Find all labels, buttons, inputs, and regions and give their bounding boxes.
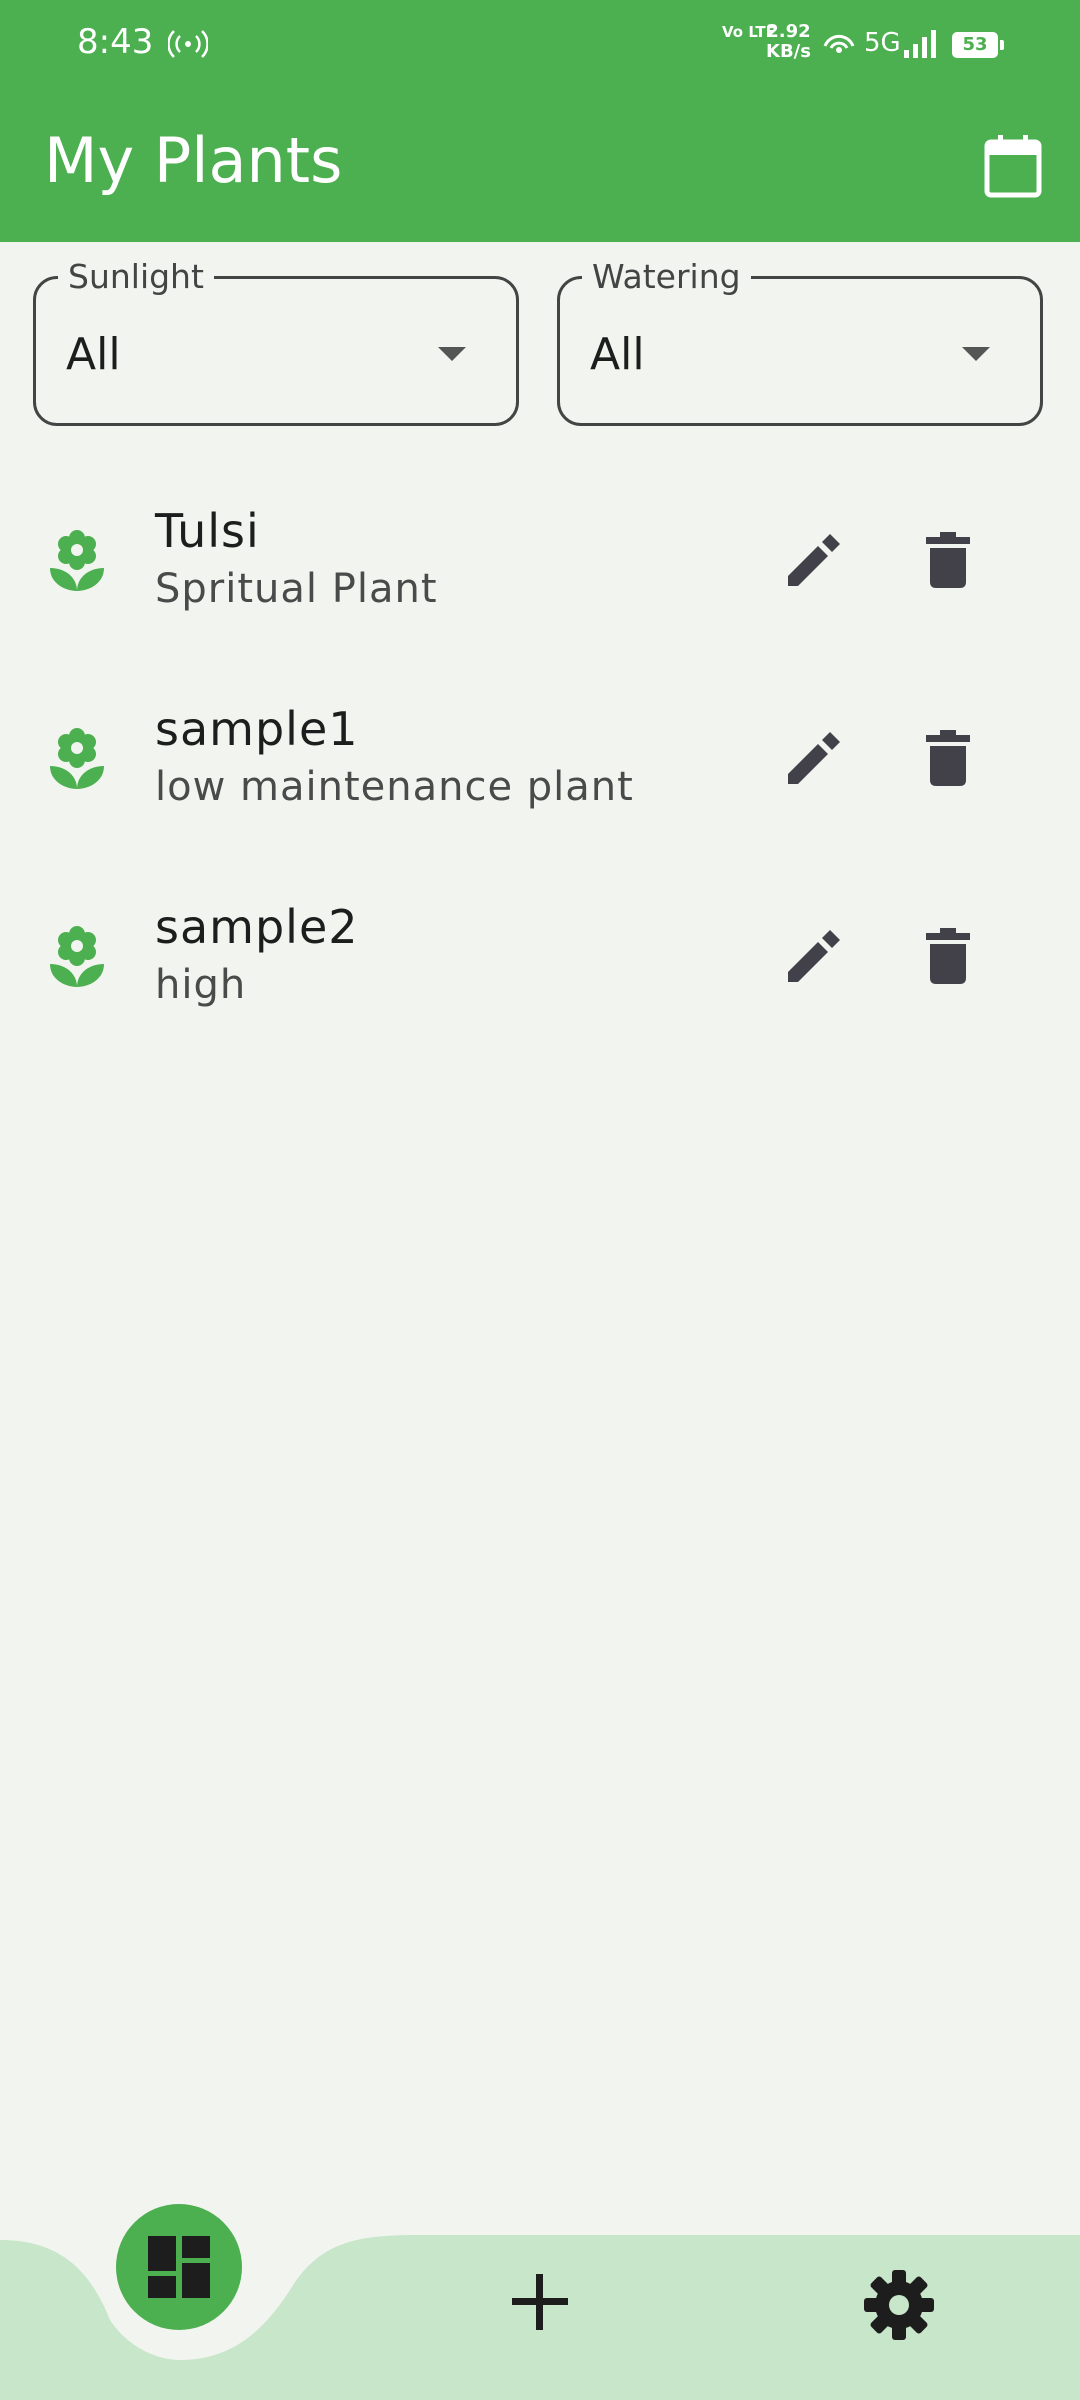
dashboard-nav-button[interactable] (116, 2204, 242, 2330)
watering-filter-label: Watering (582, 257, 751, 296)
dropdown-arrow-icon (438, 347, 466, 361)
network-speed: 2.92 KB/s (766, 22, 811, 62)
plant-list-item[interactable]: sample2 high (0, 886, 1080, 1084)
plant-list: Tulsi Spritual Plant sample1 low mainten… (0, 490, 1080, 1084)
plant-name: Tulsi (155, 504, 260, 558)
plant-description: low maintenance plant (155, 764, 634, 810)
sunlight-filter-dropdown[interactable]: Sunlight All (33, 257, 519, 426)
watering-filter-dropdown[interactable]: Watering All (557, 257, 1043, 426)
plant-name: sample2 (155, 900, 359, 954)
speed-value: 2.92 (766, 21, 811, 42)
edit-icon[interactable] (786, 532, 842, 588)
dropdown-arrow-icon (962, 347, 990, 361)
battery-icon: 53 (952, 32, 1004, 58)
watering-filter-value: All (590, 329, 645, 380)
speed-unit: KB/s (766, 41, 811, 62)
edit-icon[interactable] (786, 928, 842, 984)
flower-icon (50, 926, 104, 987)
status-time: 8:43 (77, 22, 154, 62)
page-title: My Plants (44, 124, 343, 197)
add-icon[interactable] (510, 2272, 570, 2332)
flower-icon (50, 530, 104, 591)
settings-icon[interactable] (862, 2268, 936, 2342)
status-bar: 8:43 Vo LTE 2.92 KB/s 5G 53 (0, 0, 1080, 90)
signal-icon (904, 30, 936, 58)
network-type: 5G (864, 28, 901, 58)
app-bar: My Plants (0, 90, 1080, 242)
plant-list-item[interactable]: sample1 low maintenance plant (0, 688, 1080, 886)
delete-icon[interactable] (926, 532, 970, 588)
delete-icon[interactable] (926, 928, 970, 984)
calendar-icon[interactable] (984, 134, 1042, 198)
plant-description: Spritual Plant (155, 566, 438, 612)
delete-icon[interactable] (926, 730, 970, 786)
dashboard-icon (148, 2236, 210, 2298)
sunlight-filter-label: Sunlight (58, 257, 214, 296)
plant-list-item[interactable]: Tulsi Spritual Plant (0, 490, 1080, 688)
wifi-icon (823, 34, 855, 53)
edit-icon[interactable] (786, 730, 842, 786)
hotspot-icon (168, 30, 208, 58)
plant-description: high (155, 962, 247, 1008)
flower-icon (50, 728, 104, 789)
sunlight-filter-value: All (66, 329, 121, 380)
plant-name: sample1 (155, 702, 359, 756)
